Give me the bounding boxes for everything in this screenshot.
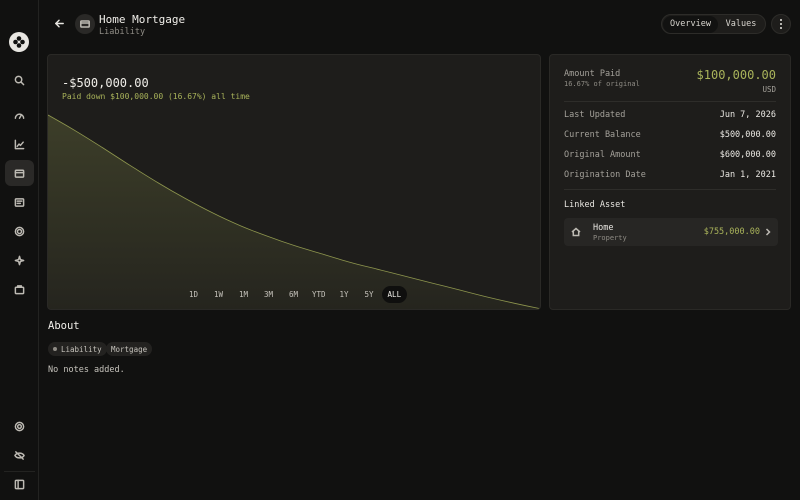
- detail-row-origination-date: Origination Date Jan 1, 2021: [564, 170, 776, 180]
- sidebar-item-goals[interactable]: [5, 218, 34, 244]
- sidebar-item-settings[interactable]: [5, 413, 34, 439]
- briefcase-icon: [14, 284, 25, 294]
- sidebar-item-search[interactable]: [5, 67, 34, 93]
- detail-label: Origination Date: [564, 170, 646, 180]
- wallet-icon: [14, 169, 25, 178]
- balance-chart-card: -$500,000.00 Paid down $100,000.00 (16.6…: [47, 54, 541, 310]
- range-1m[interactable]: 1M: [231, 286, 256, 303]
- about-heading: About: [48, 320, 80, 332]
- range-3m[interactable]: 3M: [256, 286, 281, 303]
- sidebar-collapse-button[interactable]: [5, 471, 34, 497]
- currency-label: USD: [762, 85, 776, 94]
- home-icon: [571, 227, 581, 237]
- sidebar-item-privacy[interactable]: [5, 442, 34, 468]
- paid-down-note: Paid down $100,000.00 (16.67%) all time: [62, 92, 250, 101]
- divider: [564, 101, 776, 102]
- line-chart-icon: [14, 139, 25, 149]
- tab-values[interactable]: Values: [718, 16, 764, 33]
- amount-paid-label: Amount Paid: [564, 69, 621, 79]
- detail-value: $600,000.00: [719, 150, 776, 160]
- tag-mortgage: Mortgage: [106, 342, 153, 356]
- tag-label: Liability: [61, 344, 102, 354]
- gauge-icon: [14, 112, 25, 119]
- sidebar-item-transactions[interactable]: [5, 189, 34, 215]
- sidebar-toggle-icon: [14, 479, 25, 489]
- target-icon: [14, 226, 25, 236]
- linked-asset-type: Property: [593, 234, 627, 242]
- tab-overview[interactable]: Overview: [663, 15, 718, 33]
- range-5y[interactable]: 5Y: [357, 286, 382, 303]
- detail-label: Current Balance: [564, 130, 641, 140]
- detail-value: Jan 1, 2021: [719, 170, 776, 180]
- detail-row-last-updated: Last Updated Jun 7, 2026: [564, 110, 776, 120]
- sidebar-item-dashboard[interactable]: [5, 102, 34, 128]
- range-1w[interactable]: 1W: [206, 286, 231, 303]
- linked-asset-name: Home: [593, 223, 614, 233]
- sidebar-item-budget[interactable]: [5, 276, 34, 302]
- page-title: Home Mortgage: [99, 13, 186, 26]
- tag-dot: [53, 347, 57, 351]
- range-1d[interactable]: 1D: [181, 286, 206, 303]
- chart-area: [48, 115, 540, 309]
- range-1y[interactable]: 1Y: [332, 286, 357, 303]
- detail-label: Last Updated: [564, 110, 626, 120]
- linked-asset-title: Linked Asset: [564, 200, 626, 210]
- tag-label: Mortgage: [111, 344, 148, 354]
- divider: [564, 189, 776, 190]
- time-range-selector: 1D 1W 1M 3M 6M YTD 1Y 5Y ALL: [181, 286, 408, 303]
- tag-liability: Liability: [48, 342, 107, 356]
- page-subtitle: Liability: [99, 27, 146, 37]
- amount-paid-value: $100,000.00: [696, 68, 776, 82]
- app-logo[interactable]: [9, 32, 29, 52]
- range-6m[interactable]: 6M: [281, 286, 306, 303]
- eye-off-icon: [14, 450, 25, 460]
- amount-paid-percent: 16.67% of original: [564, 80, 640, 88]
- back-button[interactable]: [50, 14, 68, 32]
- range-ytd[interactable]: YTD: [306, 286, 332, 303]
- search-icon: [14, 75, 25, 85]
- view-tabs: Overview Values: [661, 14, 766, 34]
- gear-icon: [14, 421, 25, 431]
- current-value: -$500,000.00: [62, 76, 149, 90]
- account-type-icon: [75, 14, 95, 34]
- more-options-button[interactable]: [771, 14, 791, 34]
- sidebar-item-accounts[interactable]: [5, 160, 34, 186]
- chevron-right-icon: [764, 227, 772, 237]
- detail-row-current-balance: Current Balance $500,000.00: [564, 130, 776, 140]
- logo-icon: [13, 36, 25, 48]
- account-summary-card: Amount Paid 16.67% of original $100,000.…: [549, 54, 791, 310]
- notes-text: No notes added.: [48, 365, 125, 375]
- detail-row-original-amount: Original Amount $600,000.00: [564, 150, 776, 160]
- range-all[interactable]: ALL: [381, 286, 408, 303]
- credit-card-icon: [80, 20, 90, 28]
- linked-asset-item[interactable]: Home Property $755,000.00: [564, 218, 778, 246]
- arrow-left-icon: [54, 19, 64, 27]
- sidebar: [0, 0, 39, 500]
- sidebar-item-ai[interactable]: [5, 247, 34, 273]
- detail-label: Original Amount: [564, 150, 641, 160]
- receipt-icon: [14, 197, 25, 207]
- more-vertical-icon: [780, 18, 782, 30]
- linked-asset-value: $755,000.00: [703, 227, 760, 237]
- detail-value: Jun 7, 2026: [719, 110, 776, 120]
- detail-value: $500,000.00: [719, 130, 776, 140]
- sidebar-item-reports[interactable]: [5, 131, 34, 157]
- sparkles-icon: [14, 255, 25, 265]
